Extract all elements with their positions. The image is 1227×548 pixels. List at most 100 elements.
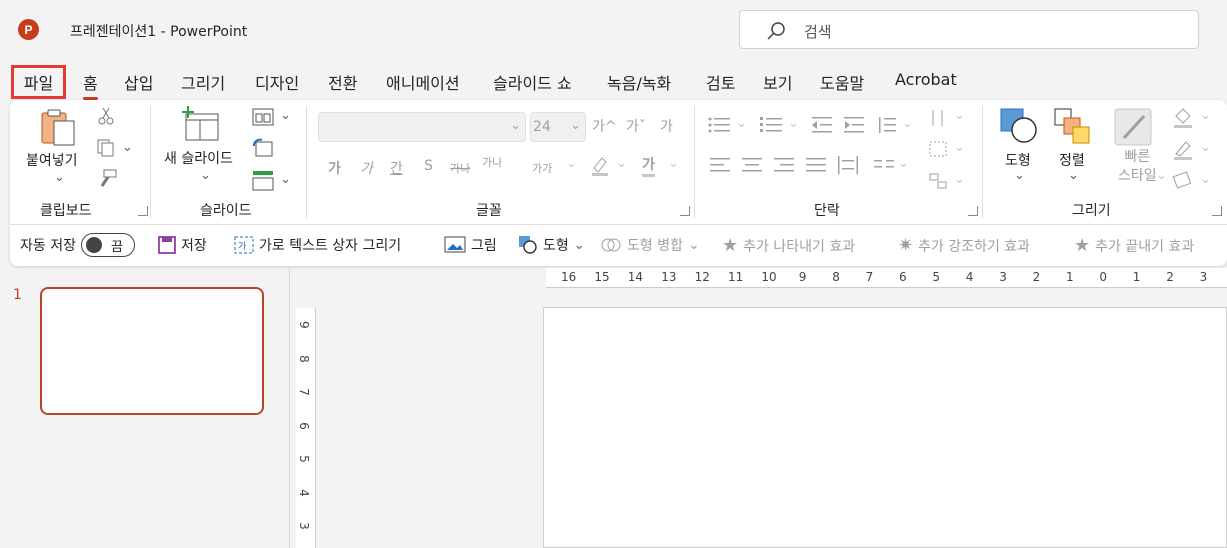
tab-acrobat[interactable]: Acrobat [895, 70, 957, 89]
shrink-font-button[interactable]: 가ˇ [626, 116, 646, 136]
columns-dropdown-icon[interactable]: ⌄ [898, 156, 909, 171]
section-icon[interactable] [252, 170, 274, 192]
new-slide-icon[interactable] [182, 106, 222, 142]
highlight-icon[interactable] [590, 156, 610, 176]
tab-file[interactable]: 파일 [11, 65, 66, 99]
arrange-button[interactable]: 정렬 [1059, 150, 1085, 170]
layout-dropdown-icon[interactable]: ⌄ [280, 108, 291, 123]
paste-icon[interactable] [40, 108, 78, 146]
quick-styles-button[interactable]: 빠른 스타일 [1118, 148, 1157, 186]
save-button[interactable]: 저장 [158, 235, 207, 255]
font-launcher-icon[interactable] [680, 206, 690, 216]
shape-effects-dropdown-icon[interactable]: ⌄ [1200, 172, 1211, 187]
italic-button[interactable]: 가 [360, 158, 373, 178]
more-emphasis-effects-button[interactable]: ✷ 추가 강조하기 효과 [898, 235, 1030, 256]
draw-textbox-button[interactable]: 가 가로 텍스트 상자 그리기 [234, 235, 401, 255]
search-input[interactable]: 검색 [739, 10, 1199, 49]
arrange-dropdown-icon[interactable]: ⌄ [1068, 168, 1079, 183]
line-spacing-dropdown-icon[interactable]: ⌄ [902, 116, 913, 131]
shapes-dropdown-icon[interactable]: ⌄ [1014, 168, 1025, 183]
font-size-combobox[interactable]: 24 ⌄ [530, 112, 586, 142]
smartart-icon[interactable] [928, 172, 948, 190]
numbering-icon[interactable] [760, 116, 784, 134]
pane-divider[interactable] [289, 268, 290, 548]
more-entrance-effects-button[interactable]: ★ 추가 나타내기 효과 [722, 235, 855, 256]
decrease-indent-icon[interactable] [812, 116, 832, 134]
grow-font-button[interactable]: 가^ [592, 116, 617, 136]
underline-button[interactable]: 간 [390, 158, 403, 178]
shapes-icon[interactable] [1000, 108, 1038, 144]
tab-animations[interactable]: 애니메이션 [386, 70, 460, 94]
case-dropdown-icon[interactable]: ⌄ [566, 156, 577, 171]
char-spacing-button[interactable]: 가나 [482, 154, 502, 170]
autosave-control[interactable]: 자동 저장 끔 [20, 233, 135, 257]
font-color-dropdown-icon[interactable]: ⌄ [668, 156, 679, 171]
strikethrough-button[interactable]: 가나 [450, 160, 470, 176]
font-color-button[interactable]: 가 [642, 154, 655, 177]
clipboard-launcher-icon[interactable] [138, 206, 148, 216]
slide-canvas[interactable] [543, 307, 1227, 548]
numbering-dropdown-icon[interactable]: ⌄ [788, 116, 799, 131]
bullets-dropdown-icon[interactable]: ⌄ [736, 116, 747, 131]
shape-outline-dropdown-icon[interactable]: ⌄ [1200, 140, 1211, 155]
drawing-launcher-icon[interactable] [1212, 206, 1222, 216]
new-slide-button[interactable]: 새 슬라이드 [164, 148, 233, 168]
layout-icon[interactable] [252, 108, 274, 126]
line-spacing-icon[interactable] [876, 116, 896, 134]
cut-icon[interactable] [96, 106, 116, 126]
copy-icon[interactable] [96, 138, 116, 158]
tab-insert[interactable]: 삽입 [124, 70, 153, 94]
smartart-dropdown-icon[interactable]: ⌄ [954, 172, 965, 187]
tab-transitions[interactable]: 전환 [328, 70, 357, 94]
tab-design[interactable]: 디자인 [255, 70, 299, 94]
autosave-toggle[interactable]: 끔 [80, 233, 135, 257]
section-dropdown-icon[interactable]: ⌄ [280, 172, 291, 187]
align-left-icon[interactable] [710, 156, 730, 174]
increase-indent-icon[interactable] [844, 116, 864, 134]
tab-view[interactable]: 보기 [763, 70, 792, 94]
shadow-button[interactable]: S [424, 158, 433, 174]
shape-fill-dropdown-icon[interactable]: ⌄ [1200, 108, 1211, 123]
justify-icon[interactable] [806, 156, 826, 174]
more-exit-effects-button[interactable]: ★ 추가 끝내기 효과 [1074, 235, 1194, 256]
columns-icon[interactable] [874, 156, 894, 174]
tab-record[interactable]: 녹음/녹화 [607, 70, 671, 94]
font-name-dropdown-icon[interactable]: ⌄ [510, 118, 521, 133]
tab-home[interactable]: 홈 [83, 70, 98, 100]
picture-button[interactable]: 그림 [444, 235, 497, 255]
clear-formatting-button[interactable]: 가 [660, 116, 673, 136]
shapes-button[interactable]: 도형 [1005, 150, 1031, 170]
quick-styles-dropdown-icon[interactable]: ⌄ [1156, 168, 1167, 183]
distributed-icon[interactable] [838, 156, 858, 174]
shape-button[interactable]: 도형 ⌄ [518, 235, 585, 255]
paste-button[interactable]: 붙여넣기 [26, 150, 78, 170]
align-center-icon[interactable] [742, 156, 762, 174]
tab-slideshow[interactable]: 슬라이드 쇼 [493, 70, 572, 94]
text-direction-icon[interactable] [928, 108, 948, 128]
reset-slide-icon[interactable] [252, 138, 274, 158]
tab-help[interactable]: 도움말 [820, 70, 864, 94]
quick-styles-icon[interactable] [1114, 108, 1152, 146]
text-direction-dropdown-icon[interactable]: ⌄ [954, 108, 965, 123]
font-size-dropdown-icon[interactable]: ⌄ [570, 118, 581, 133]
align-text-dropdown-icon[interactable]: ⌄ [954, 140, 965, 155]
shape-effects-icon[interactable] [1172, 170, 1194, 190]
paragraph-launcher-icon[interactable] [968, 206, 978, 216]
bold-button[interactable]: 가 [328, 158, 341, 178]
slide-thumbnail[interactable] [40, 287, 264, 415]
align-right-icon[interactable] [774, 156, 794, 174]
merge-shapes-button[interactable]: 도형 병합 ⌄ [600, 235, 700, 255]
shape-fill-icon[interactable] [1172, 106, 1194, 128]
align-text-icon[interactable] [928, 140, 948, 158]
bullets-icon[interactable] [708, 116, 732, 134]
font-name-combobox[interactable]: ⌄ [318, 112, 526, 142]
shape-outline-icon[interactable] [1172, 138, 1194, 160]
arrange-icon[interactable] [1054, 108, 1090, 144]
new-slide-dropdown-icon[interactable]: ⌄ [200, 168, 211, 183]
change-case-button[interactable]: 가가 [532, 160, 552, 176]
copy-dropdown-icon[interactable]: ⌄ [122, 140, 133, 155]
tab-draw[interactable]: 그리기 [181, 70, 225, 94]
format-painter-icon[interactable] [96, 168, 118, 190]
highlight-dropdown-icon[interactable]: ⌄ [616, 156, 627, 171]
paste-dropdown-icon[interactable]: ⌄ [54, 170, 65, 185]
